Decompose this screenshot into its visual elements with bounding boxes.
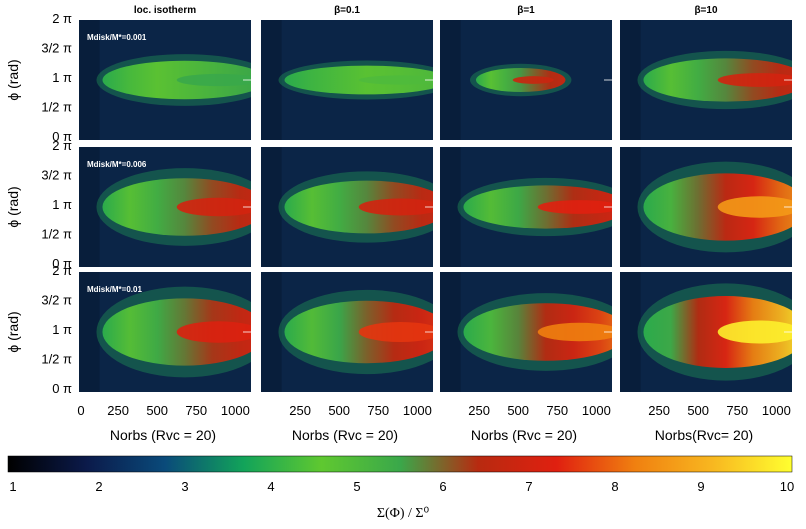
heatmap-panel (261, 272, 433, 392)
x-tick-label: 750 (726, 403, 748, 418)
colorbar-tick-label: 3 (181, 479, 188, 494)
colorbar-tick-label: 1 (9, 479, 16, 494)
heatmap-panel (261, 147, 433, 267)
heatmap-panel (440, 20, 612, 140)
heatmap-panel (440, 147, 612, 267)
colorbar-tick-label: 2 (95, 479, 102, 494)
x-axis-label: Norbs (Rvc = 20) (292, 427, 398, 443)
x-tick-label: 750 (367, 403, 389, 418)
x-tick-label: 250 (468, 403, 490, 418)
colorbar-tick-label: 4 (267, 479, 274, 494)
y-axis-label: ϕ (rad) (5, 311, 21, 352)
colorbar-label: Σ(Φ) / Σ⁰ (377, 506, 430, 521)
y-tick-label: 2 π (52, 11, 72, 26)
column-title: β=10 (694, 5, 718, 16)
y-tick-label: 3/2 π (41, 168, 72, 183)
panel-shadow (440, 20, 461, 140)
y-tick-label: 3/2 π (41, 41, 72, 56)
heatmap-panel (440, 272, 612, 392)
band-core (512, 76, 554, 84)
heatmap-panel (620, 272, 792, 392)
x-tick-label: 750 (546, 403, 568, 418)
panels-layer (79, 20, 792, 392)
y-axis-label: ϕ (rad) (5, 186, 21, 227)
x-tick-label: 1000 (403, 403, 432, 418)
mass-ratio-label: Mdisk/M*=0.006 (87, 160, 147, 169)
x-tick-label: 1000 (221, 403, 250, 418)
colorbar-tick-label: 10 (780, 479, 794, 494)
x-tick-label: 500 (687, 403, 709, 418)
colorbar-tick-label: 6 (439, 479, 446, 494)
y-tick-label: 1 π (52, 322, 72, 337)
x-ticks: 0 250 500 750 1000 250 500 750 1000 250 500 750 1000… (77, 403, 790, 418)
x-tick-label: 1000 (582, 403, 611, 418)
x-tick-label: 500 (328, 403, 350, 418)
x-tick-label: 250 (648, 403, 670, 418)
y-tick-label: 1 π (52, 197, 72, 212)
mass-ratio-label: Mdisk/M*=0.01 (87, 285, 142, 294)
column-title: β=0.1 (334, 5, 360, 16)
x-tick-label: 250 (289, 403, 311, 418)
y-ticks: 2 π3/2 π1 π1/2 π0 π2 π3/2 π1 π1/2 π0 π2 … (41, 11, 72, 396)
y-tick-label: 0 π (52, 381, 72, 396)
mass-ratio-label: Mdisk/M*=0.001 (87, 33, 147, 42)
x-tick-label: 500 (507, 403, 529, 418)
heatmap-figure: Mdisk/M*=0.001 Mdisk/M*=0.006 Mdisk/M*=0.0… (5, 5, 794, 521)
x-axis-label: Norbs (Rvc = 20) (471, 427, 577, 443)
y-tick-label: 1 π (52, 70, 72, 85)
y-tick-label: 3/2 π (41, 293, 72, 308)
colorbar-tick-label: 9 (697, 479, 704, 494)
colorbar-gradient (7, 455, 793, 473)
column-title: β=1 (517, 5, 535, 16)
heatmap-panel (620, 147, 792, 267)
colorbar-tick-label: 5 (353, 479, 360, 494)
y-axis-label: ϕ (rad) (5, 59, 21, 100)
colorbar: 1 2 3 4 5 6 7 8 9 10 Σ(Φ) / Σ⁰ (7, 455, 794, 521)
x-axis-label: Norbs (Rvc = 20) (110, 427, 216, 443)
x-tick-label: 1000 (762, 403, 791, 418)
x-tick-label: 500 (146, 403, 168, 418)
x-tick-label: 250 (107, 403, 129, 418)
colorbar-tick-label: 8 (611, 479, 618, 494)
x-axis-label: Norbs(Rvc= 20) (655, 427, 753, 443)
heatmap-panel (261, 20, 433, 140)
y-tick-label: 1/2 π (41, 227, 72, 242)
y-tick-label: 2 π (52, 138, 72, 153)
x-tick-label: 0 (77, 403, 84, 418)
y-tick-label: 1/2 π (41, 100, 72, 115)
y-tick-label: 1/2 π (41, 352, 72, 367)
figure: Mdisk/M*=0.001 Mdisk/M*=0.006 Mdisk/M*=0.0… (0, 0, 806, 529)
heatmap-panel (620, 20, 792, 140)
colorbar-tick-label: 7 (525, 479, 532, 494)
y-tick-label: 2 π (52, 263, 72, 278)
x-tick-label: 750 (185, 403, 207, 418)
column-title: loc. isotherm (134, 5, 196, 16)
